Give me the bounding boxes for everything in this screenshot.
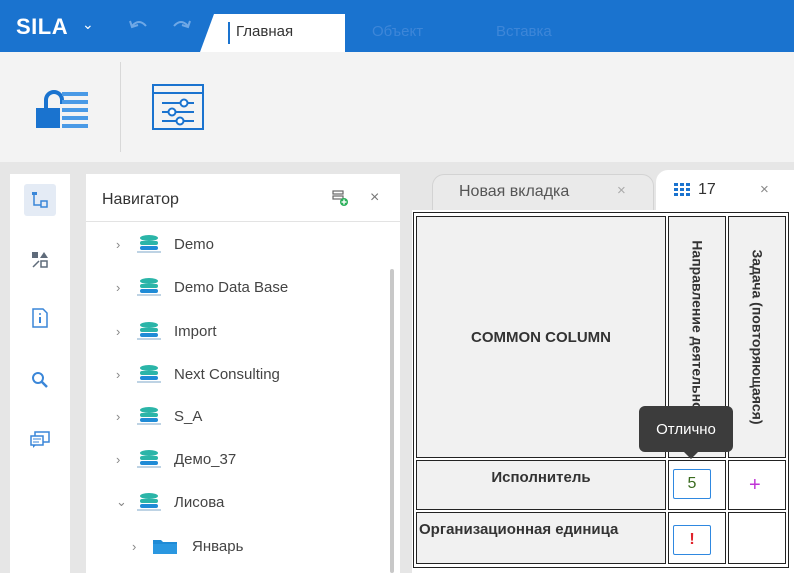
matrix-cell[interactable]: ! bbox=[668, 512, 726, 564]
app-logo[interactable]: SILA bbox=[16, 14, 68, 40]
add-database-icon[interactable] bbox=[332, 190, 348, 206]
chevron-right-icon[interactable]: › bbox=[116, 452, 136, 467]
navigator-close-icon[interactable]: × bbox=[370, 189, 379, 207]
unlock-icon[interactable] bbox=[34, 90, 90, 130]
tab-17-label: 17 bbox=[698, 181, 716, 198]
tooltip: Отлично bbox=[639, 406, 733, 452]
settings-panel-icon[interactable] bbox=[150, 82, 206, 132]
top-bar: SILA ⌄ Главная Объект Вставка bbox=[0, 0, 794, 52]
tree-view-icon[interactable] bbox=[24, 184, 56, 216]
tab-17[interactable]: 17 × bbox=[656, 170, 794, 210]
database-icon bbox=[137, 235, 161, 253]
chevron-right-icon[interactable]: › bbox=[116, 237, 136, 252]
tree-item[interactable]: › Январь bbox=[132, 532, 243, 560]
database-icon bbox=[137, 322, 161, 340]
document-tabs: Новая вкладка × 17 × bbox=[412, 166, 794, 210]
tree-item[interactable]: ⌄ Лисова bbox=[116, 488, 224, 516]
column-header-cell[interactable]: Задача (повторяющаяся) bbox=[728, 216, 786, 458]
tree-item-label: S_A bbox=[174, 407, 203, 425]
search-icon[interactable] bbox=[24, 364, 56, 396]
row-header-label: Организационная единица bbox=[419, 521, 619, 538]
navigator-panel: Навигатор × › Demo › Demo Data Base › Im… bbox=[86, 174, 400, 573]
ribbon-divider bbox=[120, 62, 121, 152]
tree-item-label: Демо_37 bbox=[174, 450, 237, 468]
matrix-cell[interactable]: 5 bbox=[668, 460, 726, 510]
close-icon[interactable]: × bbox=[760, 181, 769, 198]
column-header-label: Задача (повторяющаяся) bbox=[749, 249, 766, 425]
tree-item[interactable]: › Demo bbox=[116, 230, 214, 258]
chevron-right-icon[interactable]: › bbox=[116, 324, 136, 339]
tree-item[interactable]: › Next Consulting bbox=[116, 360, 280, 388]
database-icon bbox=[137, 365, 161, 383]
shapes-icon[interactable] bbox=[24, 244, 56, 276]
tooltip-arrow bbox=[684, 452, 698, 459]
folder-icon bbox=[153, 540, 177, 554]
database-icon bbox=[137, 493, 161, 511]
ribbon bbox=[0, 52, 794, 162]
navigator-title: Навигатор bbox=[102, 191, 179, 208]
tree-item-label: Import bbox=[174, 322, 217, 340]
database-icon bbox=[137, 450, 161, 468]
matrix-cell[interactable] bbox=[728, 512, 786, 564]
navigator-scrollbar[interactable] bbox=[390, 269, 394, 573]
chevron-down-icon[interactable]: ⌄ bbox=[116, 494, 136, 510]
database-icon bbox=[137, 278, 161, 296]
corner-header-cell: COMMON COLUMN bbox=[416, 216, 666, 458]
tree-item-label: Next Consulting bbox=[174, 365, 280, 383]
chevron-right-icon[interactable]: › bbox=[116, 409, 136, 424]
navigator-header: Навигатор × bbox=[86, 174, 400, 222]
tree-item[interactable]: › Import bbox=[116, 317, 217, 345]
database-icon bbox=[137, 407, 161, 425]
chevron-right-icon[interactable]: › bbox=[116, 280, 136, 295]
tree-item[interactable]: › Demo Data Base bbox=[116, 273, 288, 301]
tree-item[interactable]: › S_A bbox=[116, 402, 202, 430]
tab-active-indicator bbox=[228, 22, 230, 44]
tab-object[interactable]: Объект bbox=[372, 14, 423, 52]
tab-insert[interactable]: Вставка bbox=[496, 14, 552, 52]
tab-home-label: Главная bbox=[236, 23, 294, 40]
matrix-cell[interactable]: + bbox=[728, 460, 786, 510]
tab-new[interactable]: Новая вкладка × bbox=[432, 174, 654, 210]
comments-icon[interactable] bbox=[24, 424, 56, 456]
row-header-cell[interactable]: Организационная единица bbox=[416, 512, 666, 564]
tree-item-label: Лисова bbox=[174, 493, 225, 511]
tree-item-label: Demo Data Base bbox=[174, 278, 289, 296]
row-header-cell[interactable]: Исполнитель bbox=[416, 460, 666, 510]
value-chip[interactable]: 5 bbox=[673, 469, 711, 499]
undo-icon[interactable] bbox=[128, 18, 150, 34]
grid-icon bbox=[674, 183, 690, 196]
redo-icon[interactable] bbox=[170, 18, 192, 34]
close-icon[interactable]: × bbox=[617, 182, 626, 199]
chevron-right-icon[interactable]: › bbox=[116, 367, 136, 382]
tree-item[interactable]: › Демо_37 bbox=[116, 445, 236, 473]
row-header-label: Исполнитель bbox=[491, 469, 591, 486]
chevron-down-icon[interactable]: ⌄ bbox=[82, 16, 94, 33]
info-document-icon[interactable] bbox=[24, 302, 56, 334]
alert-chip[interactable]: ! bbox=[673, 525, 711, 555]
chevron-right-icon[interactable]: › bbox=[132, 539, 152, 554]
tree-item-label: Январь bbox=[192, 537, 244, 555]
tab-home[interactable]: Главная bbox=[200, 14, 345, 52]
plus-icon[interactable]: + bbox=[749, 475, 761, 495]
tree-item-label: Demo bbox=[174, 235, 215, 253]
tab-new-label: Новая вкладка bbox=[459, 183, 570, 200]
left-rail bbox=[10, 174, 70, 573]
